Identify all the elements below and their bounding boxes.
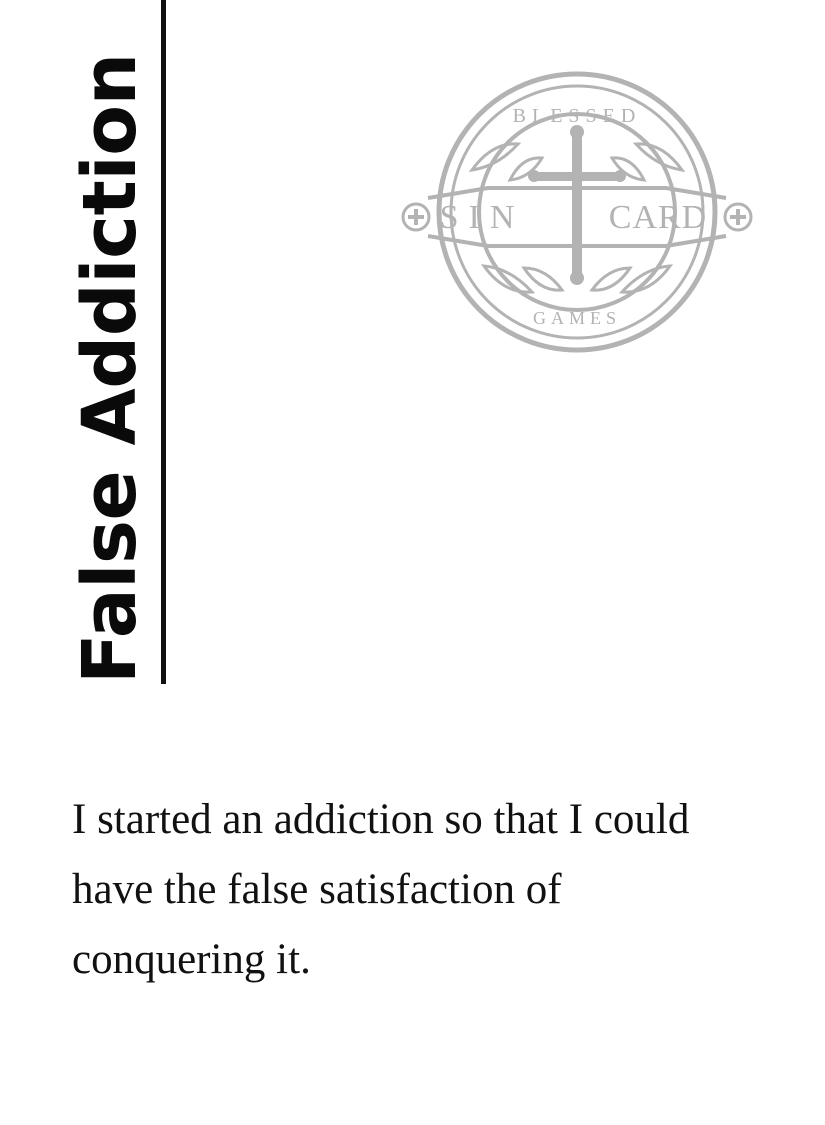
logo-top-text: BLESSED [513,105,642,127]
logo-bottom-text: GAMES [533,308,621,328]
blessed-sin-card-games-logo: BLESSED SIN CARD GAMES [401,71,753,353]
logo-right-text: CARD [609,199,707,236]
logo-left-text: SIN [440,199,525,236]
card: False Addiction BLESSED SIN CARD GAMES I… [0,0,825,1125]
card-title: False Addiction [67,53,153,684]
card-body-text: I started an addiction so that I could h… [72,796,690,983]
title-divider [161,0,166,684]
title-area: False Addiction [67,0,153,684]
